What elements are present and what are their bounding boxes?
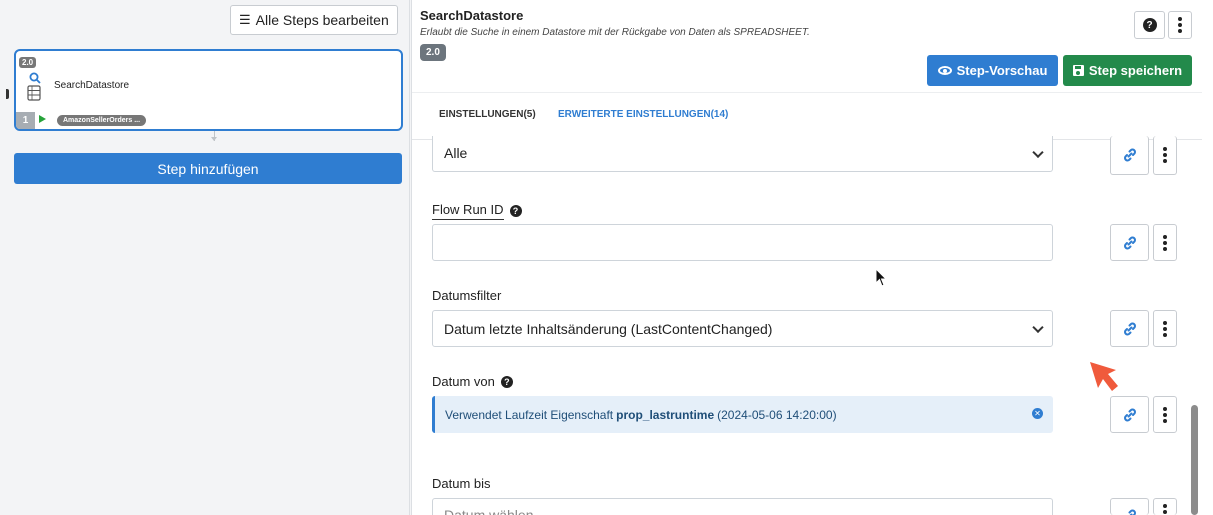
more-vertical-icon [1163,147,1167,151]
app-window: ☰ Alle Steps bearbeiten 2.0 SearchDatast… [0,0,1213,515]
more-vertical-icon [1178,17,1182,21]
top-select-value: Alle [444,144,468,161]
step-preview-label: Step-Vorschau [956,63,1048,78]
edit-all-steps-label: Alle Steps bearbeiten [255,12,389,28]
more-vertical-icon [1163,320,1167,325]
scrollbar-thumb[interactable] [1191,405,1198,515]
datum-von-link-button[interactable] [1110,396,1149,433]
link-icon [1123,148,1136,162]
flow-run-id-link-button[interactable] [1110,224,1149,261]
datumsfilter-link-button[interactable] [1110,310,1149,347]
step-title: SearchDatastore [420,8,524,23]
flow-steps-panel: ☰ Alle Steps bearbeiten 2.0 SearchDatast… [6,0,410,515]
step-version-tag: 2.0 [19,57,37,68]
annotation-arrow-icon [1090,362,1118,391]
datum-von-more-button[interactable] [1153,396,1177,433]
datumsfilter-more-button[interactable] [1153,310,1177,347]
step-preview-button[interactable]: Step-Vorschau [927,55,1058,86]
step-connector-arrow [211,131,217,141]
edit-all-steps-button[interactable]: ☰ Alle Steps bearbeiten [230,5,398,35]
more-vertical-icon [1163,406,1167,411]
play-icon[interactable] [39,115,46,123]
mouse-cursor-icon [875,268,888,287]
datum-von-runtime-property[interactable]: Verwendet Laufzeit Eigenschaft prop_last… [432,396,1053,433]
search-icon [29,72,41,84]
settings-tabs: EINSTELLUNGEN(5) ERWEITERTE EINSTELLUNGE… [412,92,1202,141]
top-link-button[interactable] [1110,136,1149,175]
clear-circle-icon[interactable]: ✕ [1032,408,1043,419]
datum-bis-label: Datum bis [432,476,491,491]
datum-bis-input[interactable]: Datum wählen [432,498,1053,515]
link-icon [1123,322,1136,335]
tab-settings[interactable]: EINSTELLUNGEN(5) [439,109,536,120]
help-icon: ? [1142,18,1157,32]
panel-edge-handle [6,89,9,99]
datum-bis-more-button[interactable] [1153,498,1177,515]
eye-icon [937,66,952,75]
datum-von-property-name: prop_lastruntime [616,407,715,422]
more-vertical-icon [1163,504,1167,508]
datum-von-property-value: (2024-05-06 14:20:00) [717,407,837,422]
step-source-tag: AmazonSellerOrders ... [57,115,147,126]
save-step-button[interactable]: Step speichern [1063,55,1192,86]
header-more-button[interactable] [1168,11,1192,39]
step-detail-panel: SearchDatastore Erlaubt die Suche in ein… [411,0,1213,515]
flow-run-id-more-button[interactable] [1153,224,1177,261]
link-icon [1123,408,1136,421]
floppy-disk-icon [1072,65,1084,76]
step-number: 1 [16,112,35,129]
top-select[interactable]: Alle [432,136,1053,172]
tab-advanced-settings[interactable]: ERWEITERTE EINSTELLUNGEN(14) [558,109,728,120]
help-icon[interactable]: ? [509,205,522,217]
datum-bis-placeholder: Datum wählen [444,507,534,515]
more-vertical-icon [1163,234,1167,239]
help-button[interactable]: ? [1134,11,1165,39]
link-icon [1126,509,1136,515]
datum-von-label: Datum von ? [432,374,513,389]
flow-run-id-label: Flow Run ID ? [432,202,522,220]
datum-bis-link-button[interactable] [1110,498,1149,515]
list-icon: ☰ [239,12,251,27]
version-badge: 2.0 [420,44,446,61]
datumsfilter-label: Datumsfilter [432,288,502,303]
datumsfilter-select[interactable]: Datum letzte Inhaltsänderung (LastConten… [432,310,1053,347]
save-step-label: Step speichern [1088,63,1183,78]
chevron-down-icon [1032,146,1044,158]
database-icon [27,85,41,101]
add-step-button[interactable]: Step hinzufügen [14,153,402,184]
flow-run-id-input[interactable] [432,224,1053,261]
step-name: SearchDatastore [54,80,130,91]
top-more-button[interactable] [1153,136,1177,175]
link-icon [1123,236,1136,249]
step-description: Erlaubt die Suche in einem Datastore mit… [420,27,810,38]
datum-von-info-prefix: Verwendet Laufzeit Eigenschaft [445,407,614,422]
help-icon[interactable]: ? [500,375,513,388]
datumsfilter-value: Datum letzte Inhaltsänderung (LastConten… [444,320,773,337]
step-card[interactable]: 2.0 SearchDatastore 1 AmazonSellerOrders… [14,49,403,131]
chevron-down-icon [1032,321,1044,333]
